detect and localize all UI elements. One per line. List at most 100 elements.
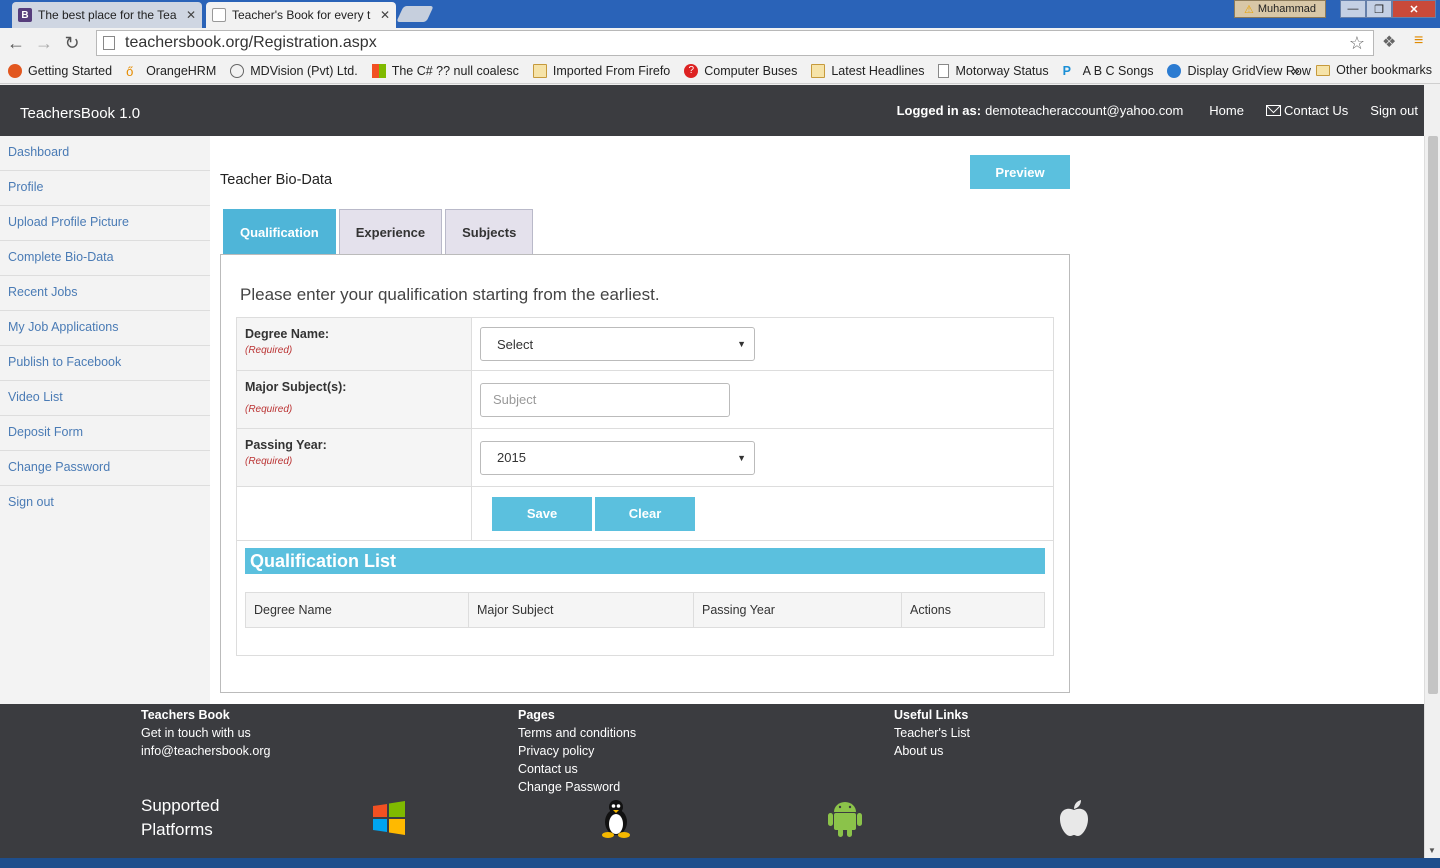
bookmark-mdvision[interactable]: MDVision (Pvt) Ltd. (230, 63, 358, 78)
sidebar-item-video-list[interactable]: Video List (0, 381, 210, 416)
windows-logo-icon (371, 63, 386, 78)
clear-button[interactable]: Clear (595, 496, 695, 531)
bookmark-latest-headlines[interactable]: Latest Headlines (811, 63, 924, 78)
close-tab-icon[interactable]: ✕ (380, 8, 390, 22)
envelope-icon (1265, 105, 1281, 116)
qualification-table: Degree Name Major Subject Passing Year A… (245, 592, 1045, 628)
tab-subjects[interactable]: Subjects (445, 209, 534, 255)
sidebar: Dashboard Profile Upload Profile Picture… (0, 136, 210, 704)
sidebar-item-job-applications[interactable]: My Job Applications (0, 311, 210, 346)
major-label: Major Subject(s): (Required) (237, 371, 472, 428)
year-cell: 2015 ▼ (472, 429, 1053, 486)
major-label-text: Major Subject(s): (245, 380, 347, 394)
dropdown-arrow-icon: ▼ (737, 339, 746, 349)
close-tab-icon[interactable]: ✕ (186, 8, 196, 22)
back-icon[interactable]: ← (2, 33, 30, 54)
sidebar-item-upload-picture[interactable]: Upload Profile Picture (0, 206, 210, 241)
page-icon (938, 63, 950, 78)
save-button[interactable]: Save (492, 496, 592, 531)
page-scrollbar[interactable]: ▼ (1424, 136, 1440, 858)
tab-qualification[interactable]: Qualification (223, 209, 336, 255)
close-window-icon[interactable]: ✕ (1392, 0, 1436, 18)
reload-icon[interactable]: ↻ (58, 33, 86, 54)
footer-link-teachers-list[interactable]: Teacher's List (894, 724, 970, 742)
bookmark-star-icon[interactable]: ☆ (1349, 33, 1365, 54)
footer-col-useful-links: Useful Links Teacher's List About us (894, 706, 970, 760)
sidebar-item-bio-data[interactable]: Complete Bio-Data (0, 241, 210, 276)
footer-link-privacy[interactable]: Privacy policy (518, 742, 636, 760)
brand-logo[interactable]: TeachersBook 1.0 (20, 105, 140, 122)
bookmark-orangehrm[interactable]: ő OrangeHRM (126, 64, 216, 79)
dropbox-icon[interactable]: ❖ (1382, 32, 1396, 52)
degree-select[interactable]: Select ▼ (480, 327, 755, 361)
sidebar-item-profile[interactable]: Profile (0, 171, 210, 206)
col-major-subject: Major Subject (468, 592, 694, 628)
col-degree-name: Degree Name (245, 592, 469, 628)
footer-link-contact[interactable]: Contact us (518, 760, 636, 778)
bookmark-label: A B C Songs (1082, 63, 1154, 78)
sidebar-item-dashboard[interactable]: Dashboard (0, 136, 210, 171)
site-header: TeachersBook 1.0 Logged in as: demoteach… (0, 85, 1424, 136)
footer-heading: Pages (518, 708, 555, 722)
degree-cell: Select ▼ (472, 318, 1053, 370)
folder-icon (1316, 64, 1331, 76)
footer-link-change-password[interactable]: Change Password (518, 778, 636, 796)
contact-us-link[interactable]: Contact Us (1265, 103, 1348, 118)
preview-button[interactable]: Preview (970, 155, 1070, 189)
year-select-value: 2015 (497, 450, 526, 465)
sign-out-link[interactable]: Sign out (1370, 103, 1418, 118)
footer-link-about-us[interactable]: About us (894, 742, 970, 760)
tab-experience[interactable]: Experience (338, 209, 443, 255)
maximize-icon[interactable]: ❐ (1366, 0, 1392, 18)
folder-icon (811, 63, 826, 78)
forward-icon[interactable]: → (30, 33, 58, 54)
browser-tab-title: The best place for the Tea (38, 8, 177, 22)
new-tab-button[interactable] (396, 6, 434, 22)
sidebar-item-deposit-form[interactable]: Deposit Form (0, 416, 210, 451)
home-link[interactable]: Home (1209, 103, 1244, 118)
qualification-panel: Please enter your qualification starting… (220, 254, 1070, 693)
bookmark-getting-started[interactable]: Getting Started (8, 63, 112, 78)
qualification-form: Degree Name: (Required) Select ▼ Major S… (236, 317, 1054, 541)
page-title: Teacher Bio-Data (220, 172, 333, 188)
browser-tab-1[interactable]: B The best place for the Tea ✕ (12, 2, 202, 28)
degree-select-value: Select (497, 336, 534, 352)
menu-icon[interactable]: ≡ (1414, 32, 1423, 50)
bookmark-csharp[interactable]: The C# ?? null coalesc (371, 63, 519, 78)
sidebar-item-change-password[interactable]: Change Password (0, 451, 210, 486)
user-email: demoteacheraccount@yahoo.com (985, 103, 1184, 118)
browser-tab-2[interactable]: Teacher's Book for every t ✕ (206, 2, 396, 28)
footer-email-link[interactable]: info@teachersbook.org (141, 742, 270, 760)
footer-text: Get in touch with us (141, 726, 251, 740)
bookmark-abc-songs[interactable]: P A B C Songs (1063, 64, 1154, 78)
bookmark-label: Imported From Firefo (552, 63, 671, 78)
aspnet-icon (1167, 63, 1182, 78)
sidebar-item-recent-jobs[interactable]: Recent Jobs (0, 276, 210, 311)
required-note: (Required) (245, 345, 293, 356)
minimize-icon[interactable]: — (1340, 0, 1366, 18)
instruction-text: Please enter your qualification starting… (240, 285, 660, 304)
address-bar[interactable]: teachersbook.org/Registration.aspx ☆ (96, 30, 1374, 56)
bookmark-gridview[interactable]: Display GridView Row (1167, 63, 1311, 78)
bio-data-tabs: Qualification Experience Subjects (223, 209, 534, 255)
sidebar-item-sign-out[interactable]: Sign out (0, 486, 210, 521)
profile-chip[interactable]: ⚠ Muhammad (1234, 0, 1326, 18)
footer-heading: Teachers Book (141, 708, 230, 722)
major-subject-input[interactable] (480, 382, 730, 417)
passing-year-select[interactable]: 2015 ▼ (480, 440, 755, 475)
platforms-line2: Platforms (141, 820, 213, 839)
scroll-down-icon[interactable]: ▼ (1428, 846, 1436, 855)
bookmark-imported[interactable]: Imported From Firefo (532, 63, 671, 78)
bookmark-label: Motorway Status (955, 63, 1049, 78)
bookmark-computer-buses[interactable]: ? Computer Buses (684, 63, 797, 78)
scrollbar-thumb[interactable] (1428, 136, 1438, 694)
logged-in-label: Logged in as: (896, 103, 982, 118)
supported-platforms-label: Supported Platforms (141, 794, 219, 842)
bookmark-motorway[interactable]: Motorway Status (938, 63, 1049, 78)
footer-link-terms[interactable]: Terms and conditions (518, 724, 636, 742)
warning-icon: ⚠ (1244, 3, 1254, 16)
other-bookmarks[interactable]: Other bookmarks (1316, 63, 1432, 77)
sidebar-item-facebook[interactable]: Publish to Facebook (0, 346, 210, 381)
bookmark-label: Other bookmarks (1336, 63, 1432, 77)
more-bookmarks-icon[interactable]: » (1292, 62, 1300, 78)
